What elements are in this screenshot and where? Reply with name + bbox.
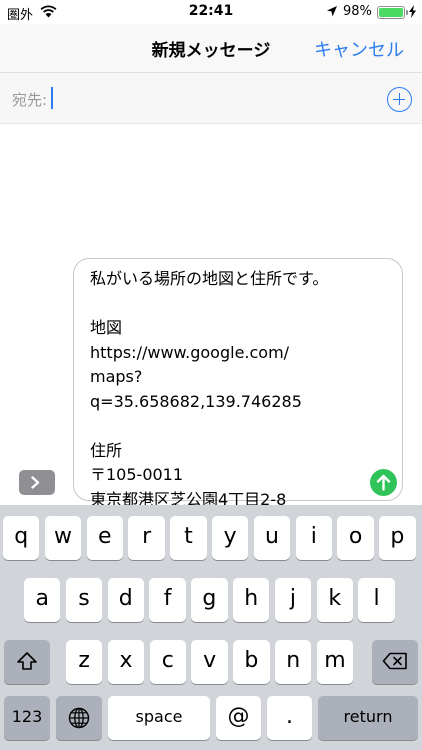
apps-expand-button[interactable] [19, 470, 55, 495]
key-g[interactable]: g [191, 578, 228, 622]
send-button[interactable] [370, 469, 397, 496]
recipient-label: 宛先: [12, 91, 48, 109]
key-w[interactable]: w [44, 516, 82, 560]
key-o[interactable]: o [337, 516, 374, 560]
shift-icon [17, 652, 37, 670]
keyboard: qwertyuiop asdfghjkl zxcvbnm 123 space @… [0, 505, 422, 750]
key-z[interactable]: z [66, 640, 103, 684]
location-arrow-icon [327, 6, 337, 17]
globe-icon [68, 707, 90, 729]
key-e[interactable]: e [86, 516, 123, 560]
status-bar: 圏外 22:41 98% [0, 0, 422, 24]
delete-key[interactable] [372, 640, 418, 684]
key-c[interactable]: c [149, 640, 186, 684]
key-u[interactable]: u [253, 516, 291, 560]
key-m[interactable]: m [316, 640, 354, 684]
key-n[interactable]: n [275, 640, 312, 684]
message-text: 私がいる場所の地図と住所です。 地図 https://www.google.co… [90, 269, 329, 509]
key-x[interactable]: x [107, 640, 145, 684]
key-j[interactable]: j [274, 578, 312, 622]
chevron-right-icon [31, 476, 40, 489]
charging-icon [409, 5, 416, 18]
key-r[interactable]: r [128, 516, 165, 560]
key-k[interactable]: k [316, 578, 353, 622]
text-cursor [51, 87, 53, 109]
numbers-key[interactable]: 123 [4, 696, 50, 740]
key-d[interactable]: d [107, 578, 144, 622]
space-key[interactable]: space [108, 696, 210, 740]
key-h[interactable]: h [233, 578, 270, 622]
navigation-bar: 新規メッセージ キャンセル [0, 24, 422, 72]
add-contact-icon[interactable] [387, 87, 412, 112]
key-t[interactable]: t [170, 516, 207, 560]
shift-key[interactable] [4, 640, 50, 684]
recipient-field[interactable]: 宛先: [0, 72, 422, 124]
key-p[interactable]: p [379, 516, 416, 560]
battery-percent: 98% [343, 4, 372, 19]
cancel-button[interactable]: キャンセル [314, 36, 404, 62]
send-arrow-icon [376, 474, 391, 491]
battery-icon [377, 6, 408, 19]
key-s[interactable]: s [65, 578, 103, 622]
key-f[interactable]: f [149, 578, 186, 622]
key-b[interactable]: b [233, 640, 270, 684]
at-key[interactable]: @ [216, 696, 261, 740]
backspace-icon [382, 652, 407, 670]
key-a[interactable]: a [24, 578, 61, 622]
message-input[interactable]: 私がいる場所の地図と住所です。 地図 https://www.google.co… [73, 258, 403, 509]
globe-key[interactable] [56, 696, 102, 740]
key-l[interactable]: l [358, 578, 395, 622]
key-v[interactable]: v [191, 640, 228, 684]
return-key[interactable]: return [318, 696, 418, 740]
period-key[interactable]: . [267, 696, 312, 740]
key-y[interactable]: y [212, 516, 249, 560]
key-i[interactable]: i [295, 516, 332, 560]
key-q[interactable]: q [3, 516, 40, 560]
